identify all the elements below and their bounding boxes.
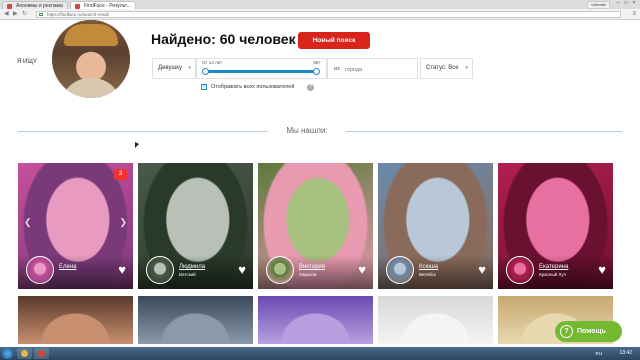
result-card[interactable]: Екатерина Красный Луч ♥ bbox=[498, 163, 613, 289]
found-count-title: Найдено: 60 человек bbox=[151, 31, 296, 47]
browser-tab-1[interactable]: Анонимы и реклама bbox=[2, 1, 68, 9]
result-name[interactable]: Елена bbox=[59, 264, 77, 270]
divider bbox=[18, 131, 268, 132]
age-min-handle[interactable] bbox=[202, 68, 209, 75]
result-city: Вятский bbox=[179, 272, 196, 277]
new-search-button[interactable]: Новый поиск bbox=[298, 32, 370, 49]
url-text: https://findface.ru/search-result bbox=[47, 12, 109, 17]
age-max-handle[interactable] bbox=[313, 68, 320, 75]
result-card[interactable] bbox=[378, 296, 493, 344]
city-prefix: из bbox=[334, 66, 340, 72]
result-name[interactable]: Виктория bbox=[299, 264, 325, 270]
result-card[interactable] bbox=[258, 296, 373, 344]
avatar[interactable] bbox=[386, 256, 414, 284]
chevron-left-icon[interactable]: ❮ bbox=[24, 217, 32, 228]
profile-label[interactable]: Ultimate bbox=[587, 1, 610, 9]
gender-select[interactable]: Девушку ▾ bbox=[152, 58, 196, 79]
mouse-cursor-icon bbox=[135, 142, 139, 148]
status-select[interactable]: Статус: Все ▾ bbox=[420, 58, 473, 79]
heart-icon[interactable]: ♥ bbox=[118, 263, 126, 276]
result-card[interactable]: Виктория Харьков ♥ bbox=[258, 163, 373, 289]
browser-tab-bar: Анонимы и реклама FindFace - Результ... … bbox=[0, 0, 640, 9]
taskbar-explorer[interactable] bbox=[17, 348, 32, 359]
maximize-icon[interactable]: □ bbox=[622, 0, 630, 6]
result-card[interactable]: Людмила Вятский ♥ bbox=[138, 163, 253, 289]
question-icon: ? bbox=[560, 325, 573, 338]
age-track bbox=[205, 70, 317, 73]
avatar[interactable] bbox=[506, 256, 534, 284]
photo-count-badge: 3 bbox=[114, 169, 127, 180]
gender-value: Девушку bbox=[158, 65, 182, 71]
city-field[interactable]: из bbox=[327, 58, 418, 79]
result-name[interactable]: Ксюша bbox=[419, 264, 438, 270]
avatar[interactable] bbox=[266, 256, 294, 284]
heart-icon[interactable]: ♥ bbox=[598, 263, 606, 276]
reload-icon[interactable]: ↻ bbox=[22, 11, 27, 18]
avatar[interactable] bbox=[146, 256, 174, 284]
question-icon[interactable]: ? bbox=[307, 84, 314, 91]
start-button[interactable] bbox=[2, 348, 13, 359]
result-city: Харьков bbox=[299, 272, 317, 277]
heart-icon[interactable]: ♥ bbox=[478, 263, 486, 276]
help-button-label: Помощь bbox=[577, 328, 606, 335]
result-name[interactable]: Людмила bbox=[179, 264, 205, 270]
close-icon[interactable]: × bbox=[630, 0, 638, 6]
result-city: Красный Луч bbox=[539, 272, 566, 277]
result-card[interactable]: Ксюша Витебск ♥ bbox=[378, 163, 493, 289]
chevron-down-icon: ▾ bbox=[465, 65, 468, 71]
result-name[interactable]: Екатерина bbox=[539, 264, 568, 270]
os-taskbar: RU 13:42 bbox=[0, 347, 640, 360]
browser-tab-2[interactable]: FindFace - Результ... bbox=[70, 1, 136, 9]
result-card[interactable] bbox=[18, 296, 133, 344]
chevron-down-icon: ▾ bbox=[188, 65, 191, 71]
address-bar: ◀ ▶ ↻ https://findface.ru/search-result … bbox=[0, 9, 640, 20]
result-card[interactable] bbox=[138, 296, 253, 344]
city-input[interactable] bbox=[345, 64, 415, 75]
age-range-slider[interactable]: От 14 лет 55+ bbox=[196, 58, 327, 79]
divider bbox=[346, 131, 622, 132]
forward-icon[interactable]: ▶ bbox=[13, 11, 18, 18]
age-min-label: От 14 лет bbox=[202, 60, 223, 65]
clock: 13:42 bbox=[619, 350, 632, 356]
chevron-right-icon[interactable]: ❯ bbox=[119, 217, 127, 228]
menu-icon[interactable]: ≡ bbox=[632, 11, 636, 18]
minimize-icon[interactable]: – bbox=[614, 0, 622, 6]
taskbar-browser[interactable] bbox=[34, 348, 49, 359]
heart-icon[interactable]: ♥ bbox=[238, 263, 246, 276]
language-indicator[interactable]: RU bbox=[596, 349, 603, 358]
results-heading: Мы нашли: bbox=[286, 126, 328, 135]
result-card[interactable]: Елена ♥ 3 ❮ ❯ bbox=[18, 163, 133, 289]
window-controls: – □ × bbox=[614, 0, 638, 6]
url-field[interactable]: https://findface.ru/search-result bbox=[36, 11, 621, 18]
looking-for-label: Я ИЩУ bbox=[17, 59, 37, 65]
age-max-label: 55+ bbox=[313, 60, 321, 65]
show-all-label: Отображать всех пользователей bbox=[211, 84, 295, 90]
result-city: Витебск bbox=[419, 272, 436, 277]
status-value: Статус: Все bbox=[426, 65, 459, 71]
help-button[interactable]: ? Помощь bbox=[555, 321, 622, 342]
avatar[interactable] bbox=[26, 256, 54, 284]
heart-icon[interactable]: ♥ bbox=[358, 263, 366, 276]
show-all-checkbox[interactable]: ✓ bbox=[201, 84, 207, 90]
back-icon[interactable]: ◀ bbox=[4, 11, 9, 18]
lock-icon bbox=[39, 13, 43, 16]
search-photo bbox=[52, 20, 130, 98]
